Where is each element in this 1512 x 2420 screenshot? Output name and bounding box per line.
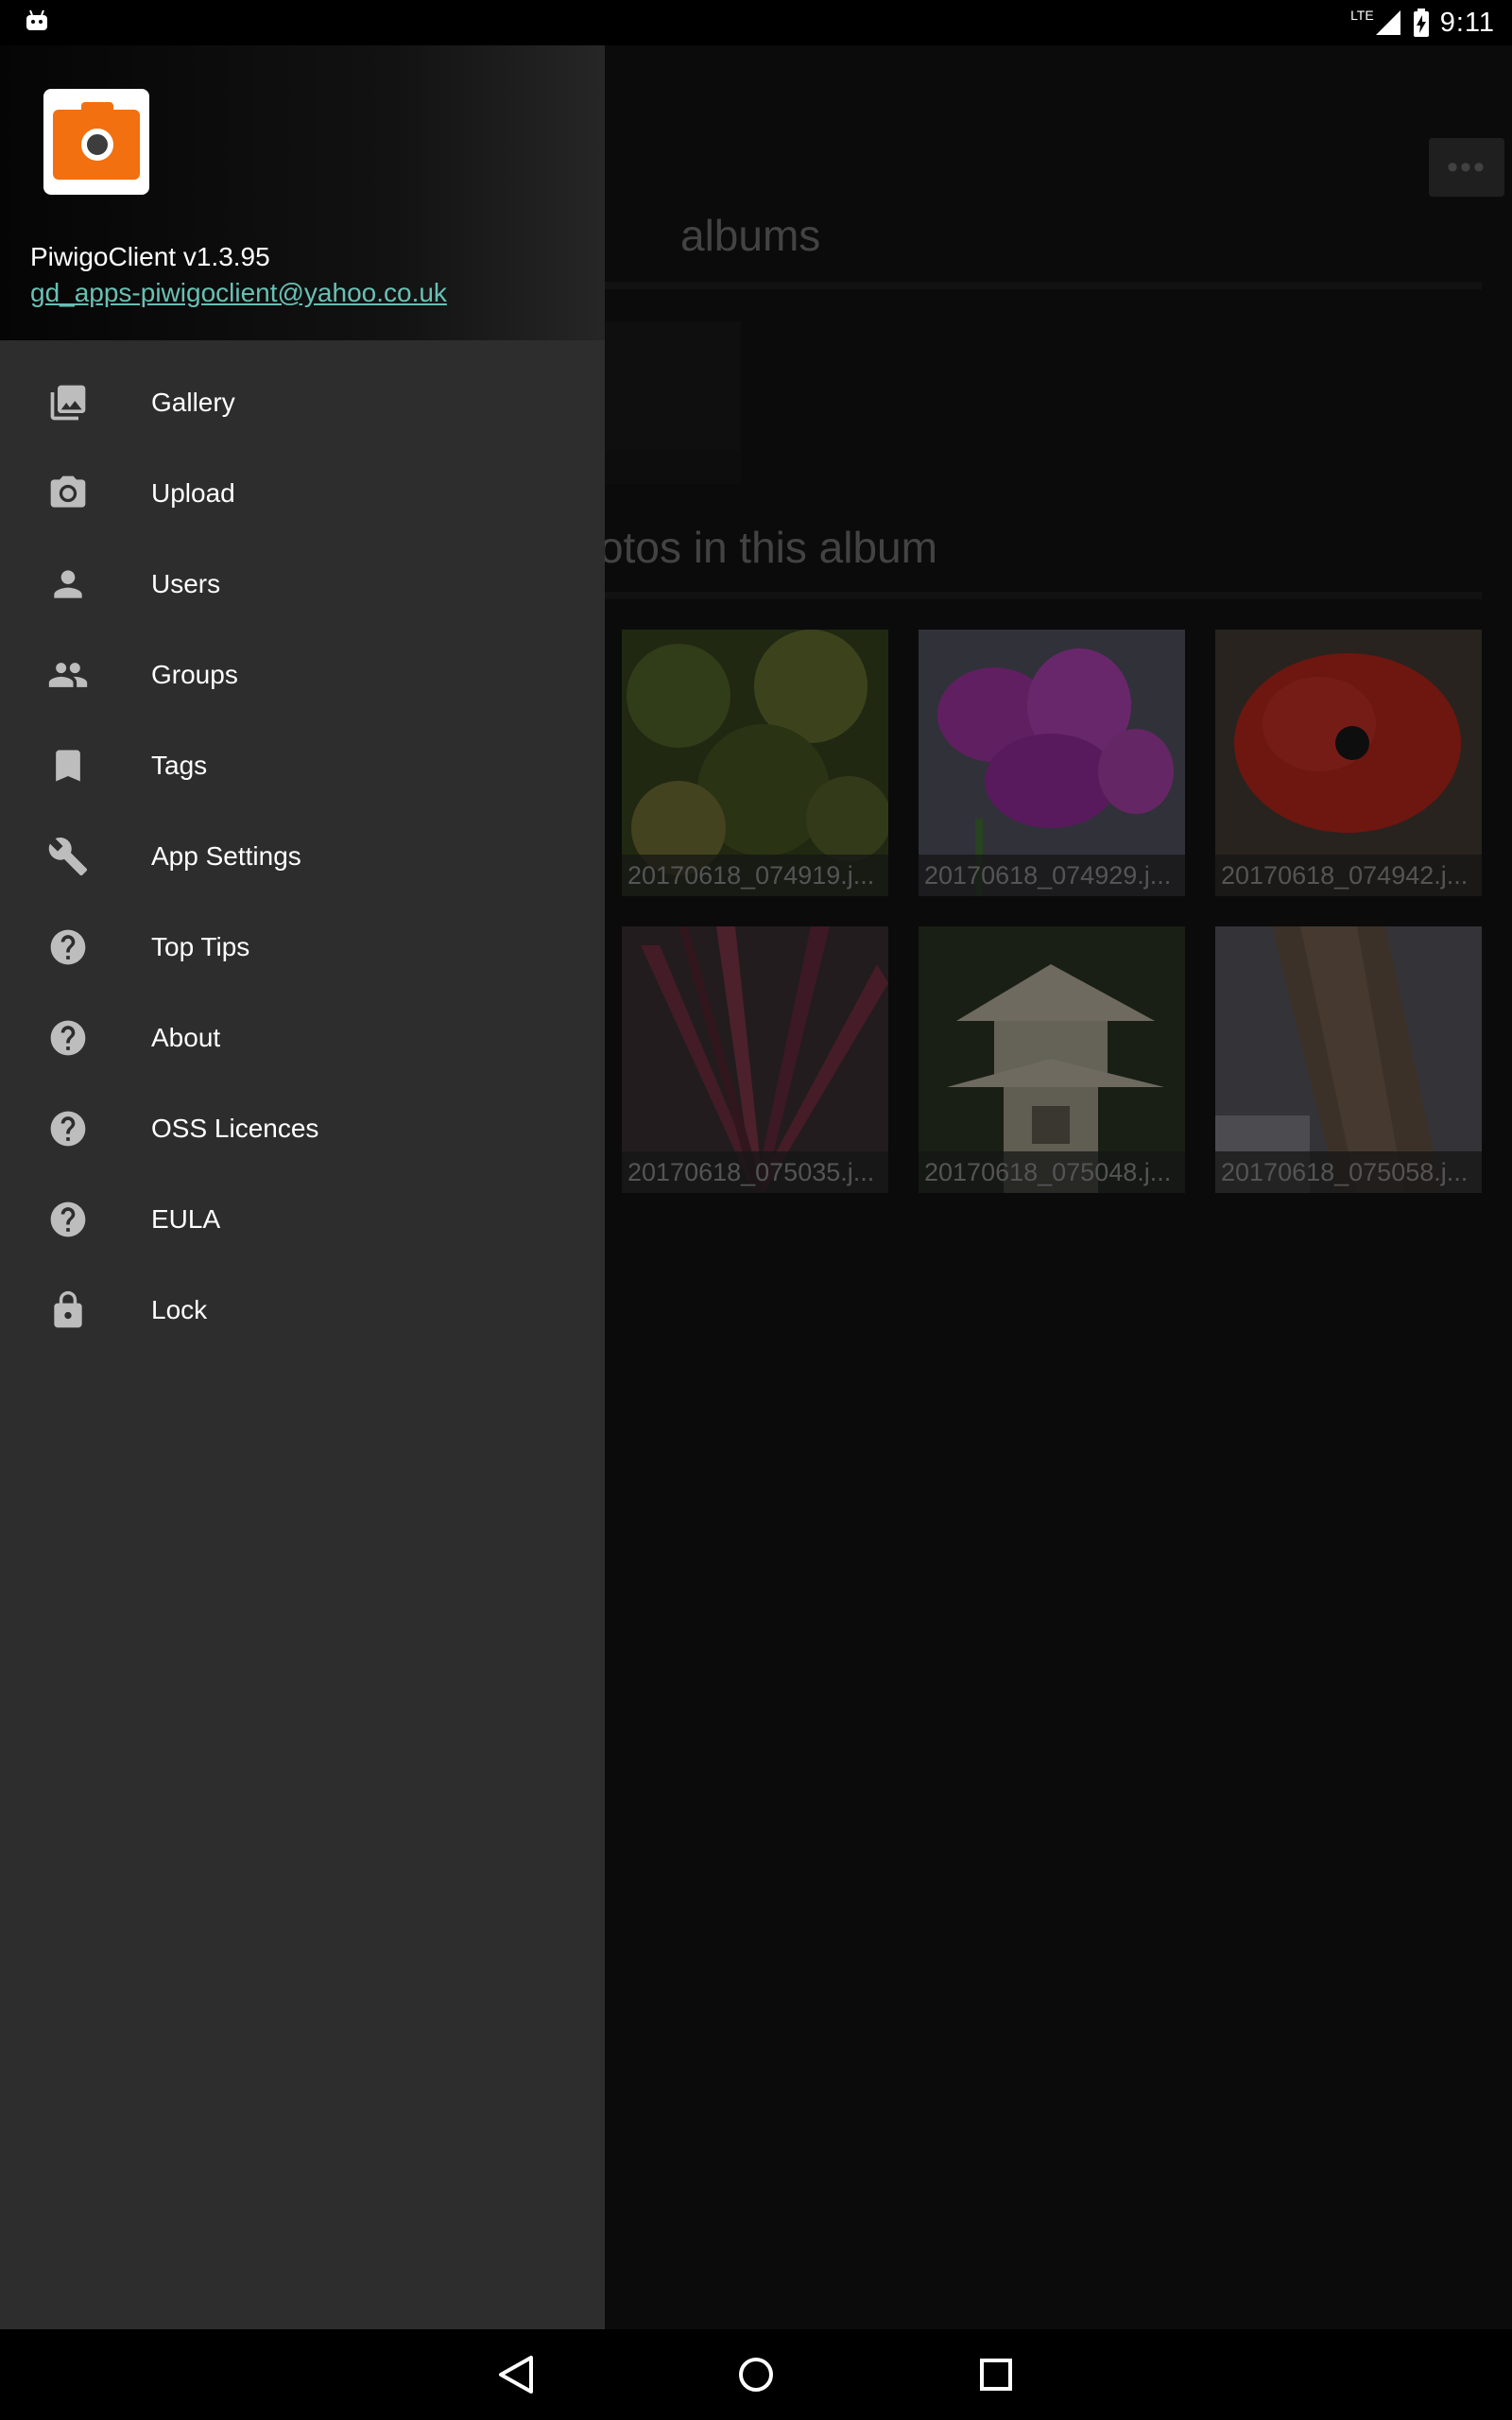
camera-icon bbox=[50, 475, 86, 508]
drawer-item-tags[interactable]: Tags bbox=[0, 720, 605, 811]
photos-heading: otos in this album bbox=[599, 523, 937, 572]
lte-label: LTE bbox=[1350, 8, 1374, 23]
drawer-item-label: Users bbox=[151, 569, 221, 598]
drawer-menu: Gallery Upload Users Groups Tags App Set… bbox=[0, 357, 605, 1356]
back-icon[interactable] bbox=[490, 2348, 542, 2401]
photo-caption: 20170618_074919.j... bbox=[622, 855, 888, 896]
drawer-item-oss-licences[interactable]: OSS Licences bbox=[0, 1083, 605, 1174]
system-navigation-bar bbox=[0, 2329, 1512, 2420]
albums-heading: albums bbox=[680, 211, 821, 260]
photo-thumbnail[interactable]: 20170618_074919.j... bbox=[622, 630, 888, 896]
drawer-item-upload[interactable]: Upload bbox=[0, 448, 605, 539]
drawer-item-label: About bbox=[151, 1023, 221, 1052]
lock-icon bbox=[54, 1290, 82, 1328]
drawer-item-label: EULA bbox=[151, 1204, 221, 1234]
wrench-icon bbox=[48, 838, 88, 876]
help-icon bbox=[50, 1201, 86, 1237]
photo-caption: 20170618_074929.j... bbox=[919, 855, 1185, 896]
drawer-item-label: Tags bbox=[151, 751, 208, 780]
drawer-item-label: Gallery bbox=[151, 388, 235, 417]
photo-thumbnail[interactable]: 20170618_075048.j... bbox=[919, 926, 1185, 1193]
app-name-version: PiwigoClient v1.3.95 bbox=[30, 242, 270, 271]
drawer-header: PiwigoClient v1.3.95 gd_apps-piwigoclien… bbox=[0, 45, 605, 340]
photo-thumbnail[interactable]: 20170618_075058.j... bbox=[1215, 926, 1482, 1193]
android-notification-icon bbox=[26, 9, 47, 30]
home-icon[interactable] bbox=[730, 2348, 782, 2401]
more-options-button[interactable]: ••• bbox=[1429, 138, 1504, 197]
navigation-drawer: PiwigoClient v1.3.95 gd_apps-piwigoclien… bbox=[0, 45, 605, 2329]
drawer-item-users[interactable]: Users bbox=[0, 539, 605, 630]
recents-icon[interactable] bbox=[970, 2348, 1022, 2401]
drawer-item-eula[interactable]: EULA bbox=[0, 1174, 605, 1265]
photo-caption: 20170618_075058.j... bbox=[1215, 1151, 1482, 1193]
battery-charging-icon bbox=[1413, 9, 1429, 37]
photo-caption: 20170618_075035.j... bbox=[622, 1151, 888, 1193]
drawer-item-gallery[interactable]: Gallery bbox=[0, 357, 605, 448]
drawer-item-label: App Settings bbox=[151, 841, 301, 871]
drawer-item-groups[interactable]: Groups bbox=[0, 630, 605, 720]
drawer-item-label: Upload bbox=[151, 478, 235, 508]
status-bar: LTE 9:11 bbox=[0, 0, 1512, 45]
photo-caption: 20170618_074942.j... bbox=[1215, 855, 1482, 896]
drawer-item-label: Lock bbox=[151, 1295, 208, 1324]
gallery-icon bbox=[50, 385, 86, 421]
drawer-item-about[interactable]: About bbox=[0, 993, 605, 1083]
signal-icon bbox=[1375, 10, 1400, 35]
drawer-item-label: Groups bbox=[151, 660, 238, 689]
drawer-item-app-settings[interactable]: App Settings bbox=[0, 811, 605, 902]
photo-thumbnail[interactable]: 20170618_075035.j... bbox=[622, 926, 888, 1193]
bookmark-icon bbox=[56, 750, 80, 782]
app-logo-icon bbox=[43, 89, 149, 195]
help-icon bbox=[50, 929, 86, 965]
contact-email-link[interactable]: gd_apps-piwigoclient@yahoo.co.uk bbox=[30, 278, 447, 308]
clock: 9:11 bbox=[1439, 7, 1495, 38]
drawer-item-top-tips[interactable]: Top Tips bbox=[0, 902, 605, 993]
photo-thumbnail[interactable]: 20170618_074929.j... bbox=[919, 630, 1185, 896]
drawer-item-lock[interactable]: Lock bbox=[0, 1265, 605, 1356]
group-icon bbox=[48, 663, 88, 687]
help-icon bbox=[50, 1111, 86, 1147]
photo-thumbnail[interactable]: 20170618_074942.j... bbox=[1215, 630, 1482, 896]
person-icon bbox=[54, 570, 82, 598]
albums-divider bbox=[605, 282, 1482, 289]
drawer-item-label: OSS Licences bbox=[151, 1114, 319, 1143]
album-tile[interactable] bbox=[605, 321, 741, 484]
help-icon bbox=[50, 1020, 86, 1056]
photo-caption: 20170618_075048.j... bbox=[919, 1151, 1185, 1193]
drawer-item-label: Top Tips bbox=[151, 932, 250, 961]
photos-divider bbox=[605, 592, 1482, 599]
